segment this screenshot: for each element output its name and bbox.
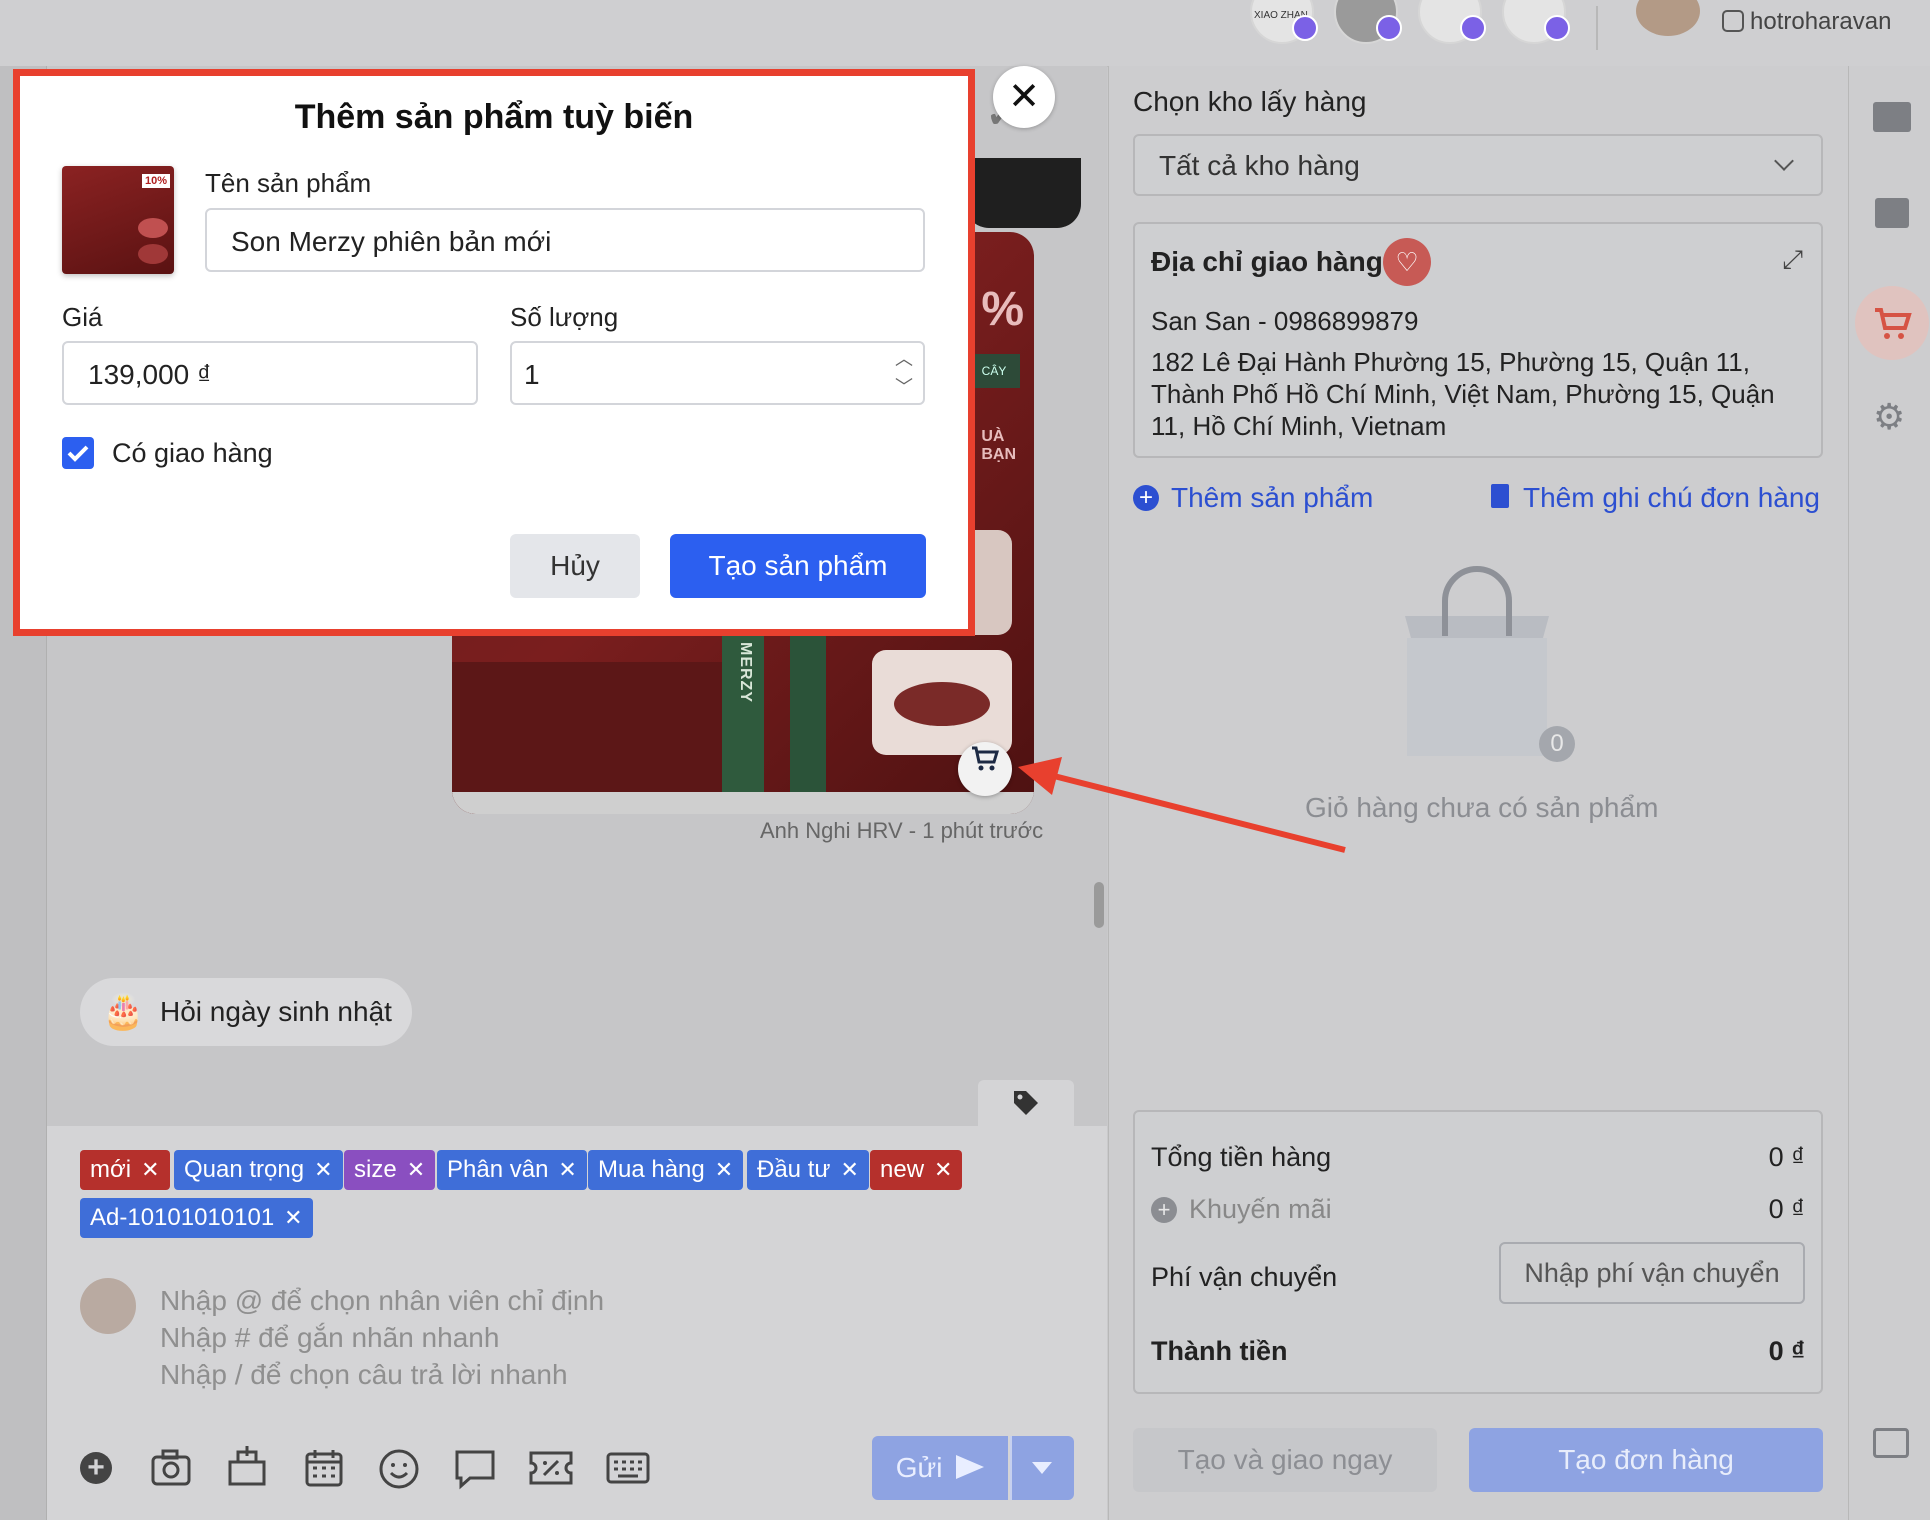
lip-swatch xyxy=(872,650,1012,755)
remove-tag-icon[interactable]: ✕ xyxy=(840,1157,858,1182)
product-icon[interactable] xyxy=(226,1444,268,1488)
lipstick-tube xyxy=(790,632,826,792)
messenger-icon xyxy=(1292,15,1318,41)
address-text: 182 Lê Đại Hành Phường 15, Phường 15, Qu… xyxy=(1151,347,1775,441)
shipping-checkbox[interactable] xyxy=(62,437,94,469)
remove-tag-icon[interactable]: ✕ xyxy=(407,1157,425,1182)
send-button[interactable]: Gửi xyxy=(872,1436,1008,1500)
modal-title: Thêm sản phẩm tuỳ biến xyxy=(294,98,694,136)
add-note-link[interactable]: Thêm ghi chú đơn hàng xyxy=(1491,482,1820,514)
chevron-down-icon xyxy=(1032,1462,1052,1474)
note-icon xyxy=(1491,484,1509,508)
decrement-icon[interactable]: ﹀ xyxy=(895,373,913,399)
plus-icon[interactable]: + xyxy=(80,1452,112,1484)
calendar-icon[interactable] xyxy=(304,1448,344,1488)
cancel-button[interactable]: Hủy xyxy=(510,534,640,598)
cart-tab[interactable] xyxy=(1855,286,1929,360)
customer-name: San San - 0986899879 xyxy=(1151,306,1419,336)
instagram-icon xyxy=(1722,10,1744,32)
emoji-icon[interactable] xyxy=(378,1448,420,1490)
address-title: Địa chỉ giao hàng xyxy=(1151,246,1383,277)
tag-chip[interactable]: new ✕ xyxy=(870,1150,963,1190)
create-product-button[interactable]: Tạo sản phẩm xyxy=(670,534,926,598)
chevron-down-icon xyxy=(1774,151,1794,171)
product-name-input[interactable]: Son Merzy phiên bản mới xyxy=(205,208,925,272)
cake-icon: 🎂 xyxy=(102,993,145,1031)
expand-icon[interactable]: ⤢ xyxy=(1782,244,1803,276)
product-thumbnail: 10% xyxy=(62,166,174,274)
top-bar: XIAO ZHAN hotroharavan xyxy=(0,0,1930,67)
remove-tag-icon[interactable]: ✕ xyxy=(558,1157,576,1182)
address-card: Địa chỉ giao hàng ♡ ⤢ San San - 09868998… xyxy=(1133,222,1823,458)
add-to-cart-button[interactable] xyxy=(958,742,1012,796)
tag-chip[interactable]: size ✕ xyxy=(344,1150,436,1190)
checkmark-icon xyxy=(67,445,89,462)
discount-row[interactable]: + Khuyến mãi xyxy=(1151,1194,1332,1225)
comment-icon[interactable] xyxy=(454,1448,496,1490)
warehouse-select[interactable]: Tất cả kho hàng xyxy=(1133,134,1823,196)
right-rail: ⚙ xyxy=(1848,66,1930,1520)
account-avatar[interactable] xyxy=(1636,0,1700,36)
remove-tag-icon[interactable]: ✕ xyxy=(314,1157,332,1182)
agent-avatar xyxy=(80,1278,136,1334)
tag-chip[interactable]: mới ✕ xyxy=(80,1150,170,1190)
messenger-icon xyxy=(1376,15,1402,41)
chat-scrollbar[interactable] xyxy=(1094,882,1104,928)
account-label[interactable]: hotroharavan xyxy=(1722,8,1891,36)
keyboard-icon[interactable] xyxy=(606,1452,650,1484)
plus-circle-icon: + xyxy=(1151,1197,1177,1223)
product-card-top xyxy=(965,158,1081,228)
settings-gear-icon[interactable]: ⚙ xyxy=(1873,396,1905,438)
send-arrow-icon xyxy=(956,1455,985,1479)
plus-circle-icon: + xyxy=(1133,485,1159,511)
tag-chip[interactable]: Ad-10101010101 ✕ xyxy=(80,1198,313,1238)
cart-icon xyxy=(972,746,1000,771)
create-and-ship-button[interactable]: Tạo và giao ngay xyxy=(1133,1428,1437,1492)
messenger-icon xyxy=(1460,15,1486,41)
remove-tag-icon[interactable]: ✕ xyxy=(934,1157,952,1182)
panel-toggle-icon[interactable] xyxy=(1873,1428,1909,1458)
price-label: Giá xyxy=(62,302,103,332)
messenger-icon xyxy=(1544,15,1570,41)
remove-tag-icon[interactable]: ✕ xyxy=(715,1157,733,1182)
shipping-icon[interactable] xyxy=(1875,198,1909,228)
quantity-stepper[interactable]: 1 ︿ ﹀ xyxy=(510,341,925,405)
custom-product-modal: Thêm sản phẩm tuỳ biến 10% Tên sản phẩm … xyxy=(13,69,975,636)
message-meta: Anh Nghi HRV - 1 phút trước xyxy=(760,818,1044,843)
quantity-label: Số lượng xyxy=(510,302,619,332)
heart-icon[interactable]: ♡ xyxy=(1383,238,1431,286)
increment-icon[interactable]: ︿ xyxy=(895,345,913,371)
close-modal-button[interactable]: ✕ xyxy=(993,66,1055,128)
warehouse-label: Chọn kho lấy hàng xyxy=(1133,86,1367,117)
annotation-arrow xyxy=(1018,757,1346,853)
shipping-fee-input[interactable]: Nhập phí vận chuyển xyxy=(1499,1242,1805,1304)
name-label: Tên sản phẩm xyxy=(205,168,372,198)
discount-icon[interactable] xyxy=(528,1450,574,1486)
composer-input[interactable]: Nhập @ để chọn nhân viên chỉ định Nhập #… xyxy=(160,1282,604,1393)
close-icon: ✕ xyxy=(1008,76,1040,118)
tag-chip[interactable]: Đầu tư ✕ xyxy=(747,1150,869,1190)
add-product-link[interactable]: + Thêm sản phẩm xyxy=(1133,482,1373,514)
send-options-button[interactable] xyxy=(1010,1436,1074,1500)
birthday-chip[interactable]: 🎂 Hỏi ngày sinh nhật xyxy=(80,978,412,1046)
create-order-button[interactable]: Tạo đơn hàng xyxy=(1469,1428,1823,1492)
price-input[interactable]: 139,000 ₫ xyxy=(62,341,478,405)
remove-tag-icon[interactable]: ✕ xyxy=(284,1205,302,1230)
tag-tab[interactable] xyxy=(978,1080,1074,1126)
image-floor xyxy=(452,792,1034,814)
empty-cart-icon xyxy=(1405,566,1549,756)
tag-chip[interactable]: Mua hàng ✕ xyxy=(588,1150,744,1190)
order-summary: Tổng tiền hàng 0 ₫ + Khuyến mãi 0 ₫ Phí v… xyxy=(1133,1110,1823,1394)
empty-cart-text: Giỏ hàng chưa có sản phẩm xyxy=(1305,792,1659,823)
tag-chip[interactable]: Quan trọng ✕ xyxy=(174,1150,343,1190)
camera-icon[interactable] xyxy=(150,1448,192,1488)
remove-tag-icon[interactable]: ✕ xyxy=(141,1157,159,1182)
cart-icon xyxy=(1875,308,1912,339)
cart-count-badge: 0 xyxy=(1539,726,1575,762)
tag-chip[interactable]: Phân vân ✕ xyxy=(437,1150,587,1190)
divider xyxy=(1596,6,1598,50)
customer-card-icon[interactable] xyxy=(1873,102,1911,132)
shipping-checkbox-label[interactable]: Có giao hàng xyxy=(112,438,273,469)
tag-icon xyxy=(1014,1091,1038,1115)
